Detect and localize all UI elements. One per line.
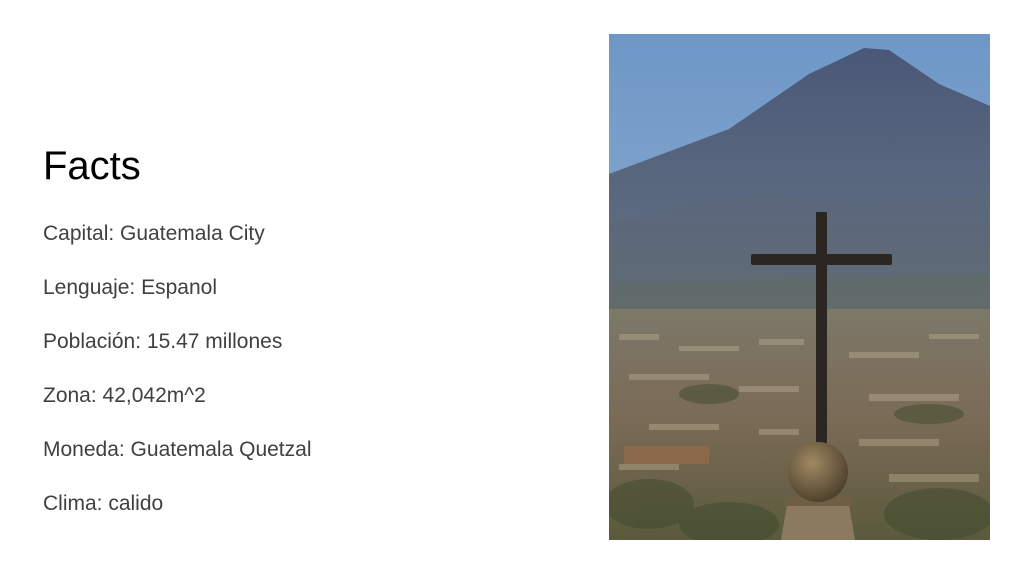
fact-capital: Capital: Guatemala City: [43, 222, 265, 245]
fact-currency: Moneda: Guatemala Quetzal: [43, 438, 312, 461]
slide: Facts Capital: Guatemala City Lenguaje: …: [0, 0, 1024, 576]
fact-climate: Clima: calido: [43, 492, 164, 515]
fact-area: Zona: 42,042m^2: [43, 384, 206, 407]
fact-population: Población: 15.47 millones: [43, 330, 283, 353]
volcano-cross-photo: [609, 34, 990, 540]
fact-language: Lenguaje: Espanol: [43, 276, 217, 299]
slide-title: Facts: [43, 144, 141, 188]
facts-list: Capital: Guatemala City Lenguaje: Espano…: [43, 219, 312, 543]
